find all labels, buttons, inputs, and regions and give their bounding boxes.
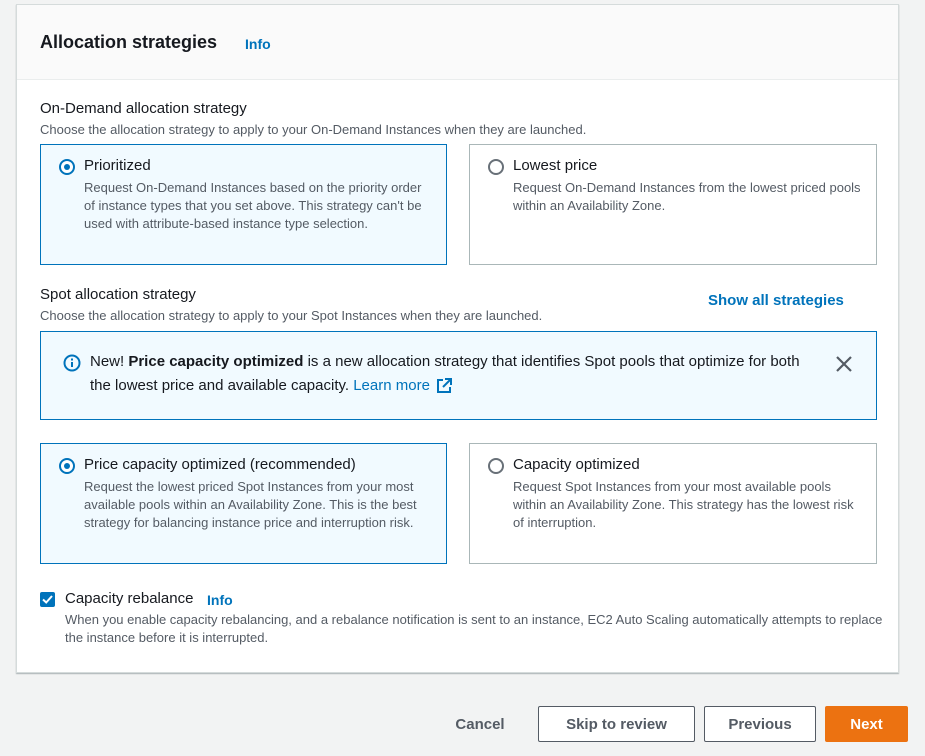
show-all-strategies-link[interactable]: Show all strategies	[708, 292, 844, 309]
option-description: Request On-Demand Instances from the low…	[513, 180, 861, 213]
learn-more-link[interactable]: Learn more	[353, 377, 430, 394]
option-title: Prioritized	[84, 157, 151, 174]
radio-lowest-price[interactable]	[488, 159, 504, 175]
option-title: Capacity optimized	[513, 456, 640, 473]
capacity-rebalance-info-link[interactable]: Info	[207, 592, 233, 608]
info-icon	[63, 354, 81, 372]
info-flashbar: New! Price capacity optimized is a new a…	[40, 331, 877, 420]
option-lowest-price[interactable]: Lowest price Request On-Demand Instances…	[469, 144, 877, 265]
capacity-rebalance-checkbox[interactable]	[40, 592, 55, 607]
radio-capacity-optimized[interactable]	[488, 458, 504, 474]
panel-header: Allocation strategies Info	[17, 5, 898, 80]
option-description: Request Spot Instances from your most av…	[513, 479, 854, 530]
option-description: Request the lowest priced Spot Instances…	[84, 479, 417, 530]
capacity-rebalance-description: When you enable capacity rebalancing, an…	[65, 612, 883, 645]
option-title: Price capacity optimized (recommended)	[84, 456, 356, 473]
flash-message: New! Price capacity optimized is a new a…	[90, 350, 810, 398]
spot-label: Spot allocation strategy	[40, 286, 196, 303]
flash-bold-text: Price capacity optimized	[128, 353, 304, 370]
radio-prioritized[interactable]	[59, 159, 75, 175]
previous-button[interactable]: Previous	[704, 706, 816, 742]
panel-title: Allocation strategies	[40, 32, 218, 52]
on-demand-label: On-Demand allocation strategy	[40, 100, 247, 117]
option-prioritized[interactable]: Prioritized Request On-Demand Instances …	[40, 144, 447, 265]
cancel-button[interactable]: Cancel	[444, 706, 516, 742]
option-capacity-optimized[interactable]: Capacity optimized Request Spot Instance…	[469, 443, 877, 564]
option-price-capacity-optimized[interactable]: Price capacity optimized (recommended) R…	[40, 443, 447, 564]
flash-prefix: New!	[90, 353, 129, 370]
close-icon[interactable]	[834, 354, 854, 374]
next-button[interactable]: Next	[825, 706, 908, 742]
skip-to-review-button[interactable]: Skip to review	[538, 706, 695, 742]
external-link-icon[interactable]	[436, 378, 452, 394]
spot-description: Choose the allocation strategy to apply …	[40, 308, 543, 323]
allocation-info-link[interactable]: Info	[245, 36, 271, 52]
checkmark-icon	[42, 595, 53, 604]
radio-price-capacity-optimized[interactable]	[59, 458, 75, 474]
option-title: Lowest price	[513, 157, 598, 174]
on-demand-description: Choose the allocation strategy to apply …	[40, 122, 587, 137]
option-description: Request On-Demand Instances based on the…	[84, 180, 422, 231]
capacity-rebalance-label: Capacity rebalance	[65, 590, 194, 607]
